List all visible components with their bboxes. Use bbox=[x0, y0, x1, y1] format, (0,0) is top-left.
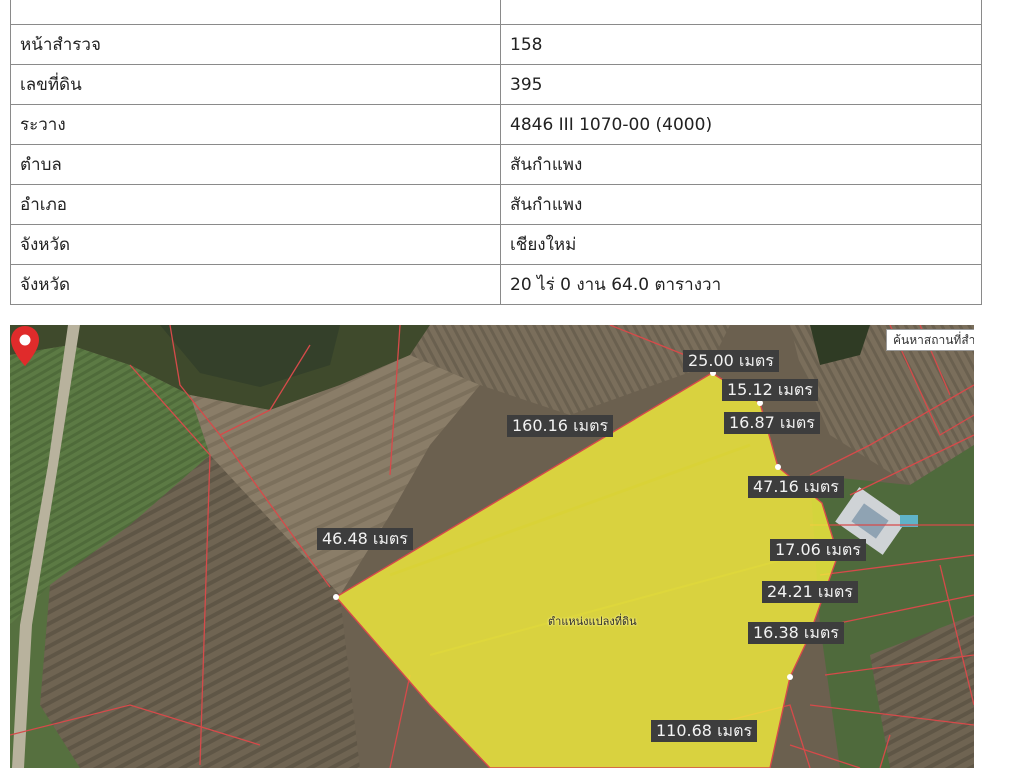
row-value: 158 bbox=[500, 24, 982, 65]
measurement-label: 16.38 เมตร bbox=[748, 622, 844, 644]
measurement-label: 15.12 เมตร bbox=[722, 379, 818, 401]
row-label: หน้าสำรวจ bbox=[10, 24, 501, 65]
row-label: จังหวัด bbox=[10, 224, 501, 265]
row-label: เลขที่ดิน bbox=[10, 64, 501, 105]
parcel-vertex bbox=[775, 464, 781, 470]
row-value: เชียงใหม่ bbox=[500, 224, 982, 265]
table-row: จังหวัด เชียงใหม่ bbox=[10, 224, 982, 265]
land-info-table: หน้าสำรวจ 158 เลขที่ดิน 395 ระวาง 4846 I… bbox=[10, 0, 982, 305]
table-row: ตำบล สันกำแพง bbox=[10, 144, 982, 185]
table-row: จังหวัด 20 ไร่ 0 งาน 64.0 ตารางวา bbox=[10, 264, 982, 305]
measurement-label: 46.48 เมตร bbox=[317, 528, 413, 550]
satellite-map[interactable]: ค้นหาสถานที่สำ 25.00 เมตร 15.12 เมตร 160… bbox=[10, 325, 974, 768]
row-value: สันกำแพง bbox=[500, 144, 982, 185]
measurement-label: 17.06 เมตร bbox=[770, 539, 866, 561]
row-value bbox=[500, 0, 982, 25]
measurement-label: 25.00 เมตร bbox=[683, 350, 779, 372]
table-row: ระวาง 4846 III 1070-00 (4000) bbox=[10, 104, 982, 145]
row-value: สันกำแพง bbox=[500, 184, 982, 225]
row-value: 20 ไร่ 0 งาน 64.0 ตารางวา bbox=[500, 264, 982, 305]
table-row: เลขที่ดิน 395 bbox=[10, 64, 982, 105]
row-label: ตำบล bbox=[10, 144, 501, 185]
row-value: 395 bbox=[500, 64, 982, 105]
measurement-label: 160.16 เมตร bbox=[507, 415, 614, 437]
place-label: ตำแหน่งแปลงที่ดิน bbox=[548, 615, 637, 628]
parcel-vertex bbox=[787, 674, 793, 680]
measurement-label: 47.16 เมตร bbox=[748, 476, 844, 498]
measurement-label: 24.21 เมตร bbox=[762, 581, 858, 603]
row-label: ระวาง bbox=[10, 104, 501, 145]
row-label: อำเภอ bbox=[10, 184, 501, 225]
table-row bbox=[10, 0, 982, 25]
measurement-label: 16.87 เมตร bbox=[724, 412, 820, 434]
row-label: จังหวัด bbox=[10, 264, 501, 305]
row-value: 4846 III 1070-00 (4000) bbox=[500, 104, 982, 145]
measurement-label: 110.68 เมตร bbox=[651, 720, 758, 742]
table-row: หน้าสำรวจ 158 bbox=[10, 24, 982, 65]
parcel-vertex bbox=[333, 594, 339, 600]
map-pin-icon[interactable] bbox=[10, 325, 40, 367]
row-label bbox=[10, 0, 501, 25]
place-search-input[interactable]: ค้นหาสถานที่สำ bbox=[886, 329, 974, 351]
table-row: อำเภอ สันกำแพง bbox=[10, 184, 982, 225]
